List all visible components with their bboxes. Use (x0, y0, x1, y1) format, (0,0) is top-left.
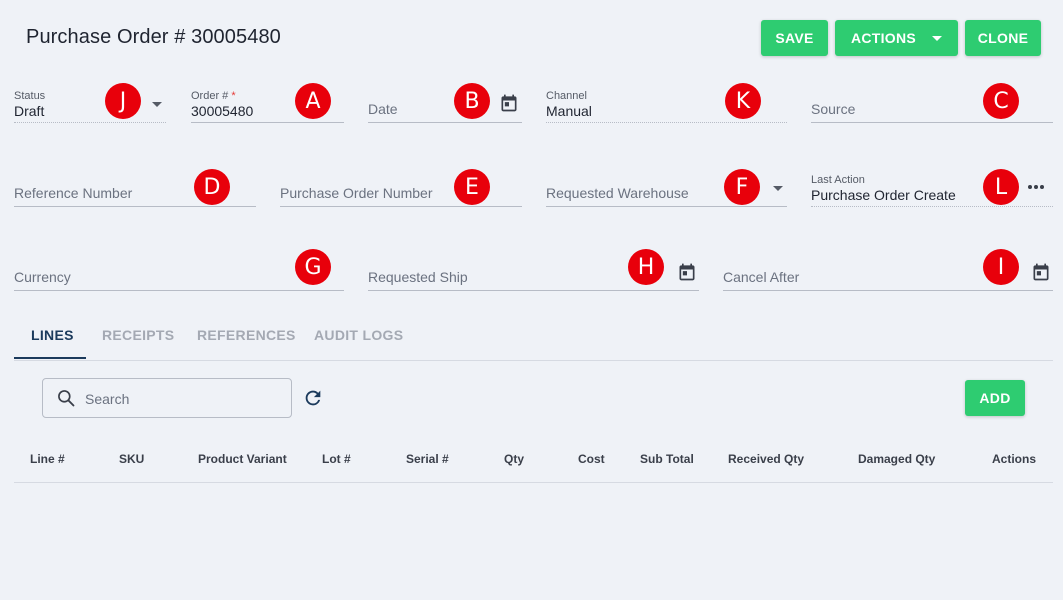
add-line-button[interactable]: ADD (965, 380, 1025, 416)
annotation-badge-e: E (454, 169, 490, 205)
calendar-icon[interactable] (677, 262, 697, 282)
save-button[interactable]: SAVE (761, 20, 828, 56)
column-header-line[interactable]: Line # (30, 452, 65, 466)
column-header-cost[interactable]: Cost (578, 452, 605, 466)
status-value: Draft (14, 103, 45, 119)
cancel-after-placeholder: Cancel After (723, 269, 800, 285)
reference-number-placeholder: Reference Number (14, 185, 133, 201)
annotation-badge-d: D (194, 169, 230, 205)
search-placeholder: Search (85, 391, 130, 407)
add-line-button-label: ADD (979, 390, 1011, 406)
column-header-received-qty[interactable]: Received Qty (728, 452, 804, 466)
page-title: Purchase Order # 30005480 (26, 26, 281, 48)
column-header-product-variant[interactable]: Product Variant (198, 452, 287, 466)
search-input[interactable]: Search (42, 378, 292, 418)
purchase-order-number-placeholder: Purchase Order Number (280, 185, 433, 201)
last-action-value: Purchase Order Create (811, 187, 956, 203)
calendar-icon[interactable] (1031, 262, 1051, 282)
channel-value: Manual (546, 103, 592, 119)
annotation-badge-g: G (295, 249, 331, 285)
annotation-badge-i: I (983, 249, 1019, 285)
column-header-qty[interactable]: Qty (504, 452, 524, 466)
column-header-damaged-qty[interactable]: Damaged Qty (858, 452, 935, 466)
channel-label: Channel (546, 90, 587, 102)
clone-button-label: CLONE (977, 30, 1029, 46)
annotation-badge-l: L (983, 169, 1019, 205)
search-icon (58, 390, 75, 407)
caret-down-icon (773, 186, 783, 191)
annotation-badge-j: J (105, 83, 141, 119)
actions-button[interactable]: ACTIONS (835, 20, 958, 56)
caret-down-icon (932, 35, 943, 41)
tab-lines[interactable]: LINES (31, 327, 74, 343)
actions-button-label: ACTIONS (850, 30, 917, 46)
calendar-icon[interactable] (499, 93, 519, 113)
order-number-value: 30005480 (191, 103, 254, 119)
last-action-label: Last Action (811, 174, 865, 186)
active-tab-indicator (14, 357, 86, 359)
caret-down-icon (152, 102, 162, 107)
column-header-sub-total[interactable]: Sub Total (640, 452, 694, 466)
status-select[interactable]: Status Draft (14, 85, 166, 123)
more-options-icon[interactable] (1027, 182, 1045, 192)
order-number-label: Order # * (191, 90, 236, 102)
annotation-badge-k: K (725, 83, 761, 119)
lines-table-header: Line # SKU Product Variant Lot # Serial … (14, 437, 1053, 483)
currency-field[interactable]: Currency (14, 253, 344, 291)
date-placeholder: Date (368, 101, 398, 117)
tab-references[interactable]: REFERENCES (197, 327, 296, 343)
tab-receipts[interactable]: RECEIPTS (102, 327, 174, 343)
clone-button[interactable]: CLONE (965, 20, 1041, 56)
currency-placeholder: Currency (14, 269, 71, 285)
status-label: Status (14, 90, 46, 102)
column-header-lot[interactable]: Lot # (322, 452, 351, 466)
save-button-label: SAVE (775, 30, 814, 46)
annotation-badge-h: H (628, 249, 664, 285)
column-header-actions[interactable]: Actions (992, 452, 1036, 466)
requested-ship-placeholder: Requested Ship (368, 269, 468, 285)
requested-warehouse-placeholder: Requested Warehouse (546, 185, 689, 201)
column-header-serial[interactable]: Serial # (406, 452, 449, 466)
annotation-badge-b: B (454, 83, 490, 119)
column-header-sku[interactable]: SKU (119, 452, 144, 466)
tab-bar: LINES RECEIPTS REFERENCES AUDIT LOGS (14, 317, 1053, 361)
source-placeholder: Source (811, 101, 856, 117)
required-mark: * (231, 90, 236, 102)
refresh-icon[interactable] (302, 387, 324, 409)
annotation-badge-f: F (724, 169, 760, 205)
tab-audit-logs[interactable]: AUDIT LOGS (314, 327, 403, 343)
annotation-badge-a: A (295, 83, 331, 119)
annotation-badge-c: C (983, 83, 1019, 119)
